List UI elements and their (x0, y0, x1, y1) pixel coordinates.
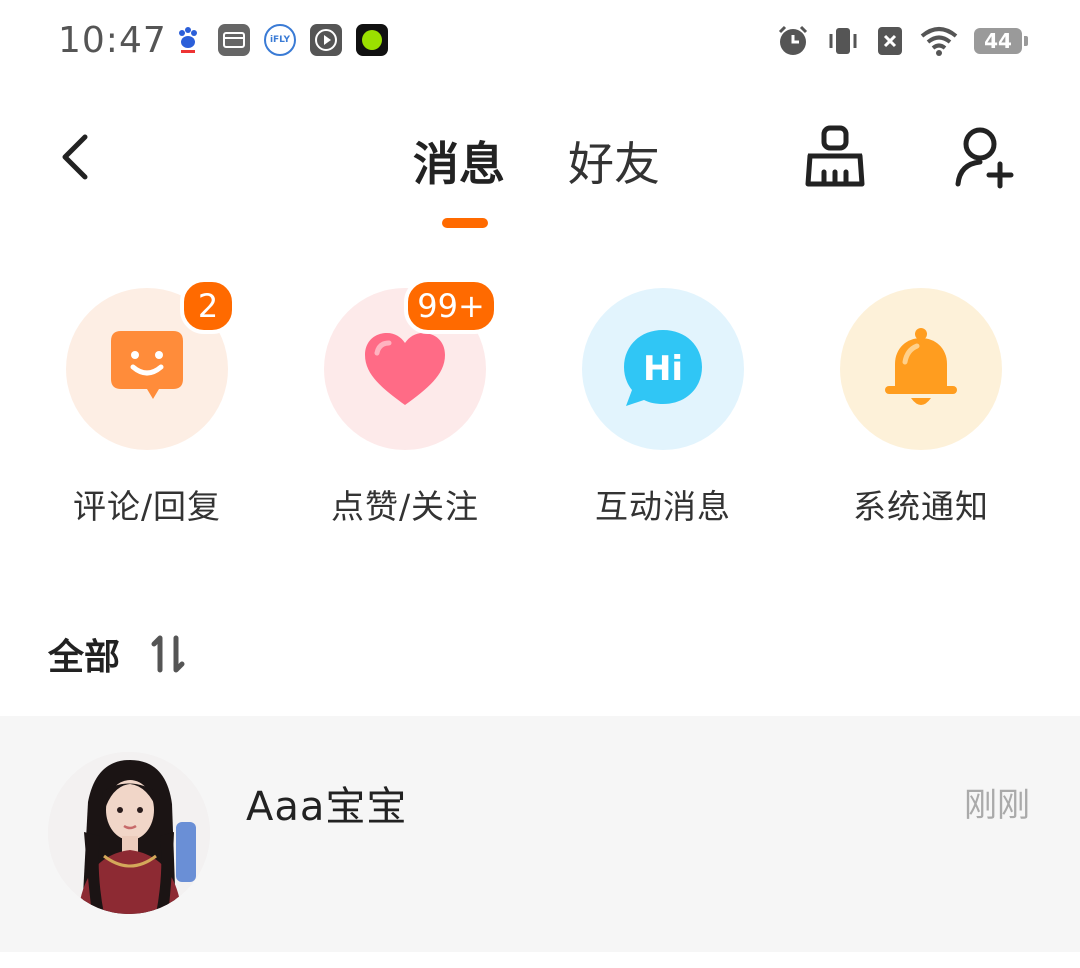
add-user-icon (955, 127, 1014, 189)
hi-bubble-icon: Hi (624, 330, 702, 406)
category-label: 点赞/关注 (330, 487, 480, 526)
play-icon (310, 24, 342, 56)
chevron-left-icon (62, 134, 88, 180)
category-label: 互动消息 (595, 487, 731, 526)
unread-badge: 2 (180, 278, 236, 334)
notification-icons: iFLY (172, 24, 388, 56)
category-label: 评论/回复 (72, 487, 222, 526)
card-icon (218, 24, 250, 56)
no-sim-icon (878, 27, 902, 55)
category-comments[interactable]: 2 评论/回复 (37, 278, 257, 528)
list-header: 全部 (48, 628, 190, 680)
list-filter-title[interactable]: 全部 (48, 628, 120, 680)
svg-text:Hi: Hi (643, 349, 683, 389)
category-icon-circle (840, 288, 1002, 450)
wifi-icon (920, 27, 958, 56)
broom-icon (805, 125, 865, 187)
battery-icon: 44 (974, 28, 1028, 54)
conversation-name: Aaa宝宝 (246, 784, 408, 830)
category-icon-circle: 2 (66, 278, 236, 450)
green-dot-icon (356, 24, 388, 56)
add-friend-button[interactable] (950, 120, 1020, 196)
top-nav: 消息 好友 (0, 100, 1080, 240)
message-categories: 2 评论/回复 99+ 点赞/关注 Hi 互动消息 系统通知 (0, 278, 1080, 538)
tab-messages[interactable]: 消息 (413, 128, 505, 194)
unread-badge: 99+ (404, 278, 498, 334)
category-system[interactable]: 系统通知 (811, 288, 1031, 528)
category-label: 系统通知 (853, 487, 989, 526)
sort-button[interactable] (146, 632, 190, 676)
category-likes[interactable]: 99+ 点赞/关注 (295, 278, 515, 528)
back-button[interactable] (40, 122, 110, 192)
status-time: 10:47 (58, 20, 167, 61)
clear-unread-button[interactable] (800, 120, 870, 196)
vibrate-icon (829, 28, 857, 54)
active-tab-indicator (442, 218, 488, 228)
bell-icon (885, 328, 957, 405)
status-bar: 10:47 iFLY 44 (0, 0, 1080, 90)
avatar[interactable] (48, 752, 210, 914)
conversation-item[interactable]: Aaa宝宝 刚刚 (0, 716, 1080, 952)
category-interactions[interactable]: Hi 互动消息 (553, 288, 773, 528)
sort-icon (151, 635, 185, 673)
alarm-icon (778, 25, 808, 55)
system-icons: 44 (776, 24, 1028, 58)
category-icon-circle: Hi (582, 288, 744, 450)
conversation-time: 刚刚 (964, 785, 1030, 824)
heart-icon (365, 333, 445, 405)
smile-chat-icon (111, 331, 183, 399)
baidu-icon (172, 24, 204, 56)
category-icon-circle: 99+ (324, 278, 498, 450)
tab-friends[interactable]: 好友 (568, 128, 660, 194)
ifly-icon: iFLY (264, 24, 296, 56)
